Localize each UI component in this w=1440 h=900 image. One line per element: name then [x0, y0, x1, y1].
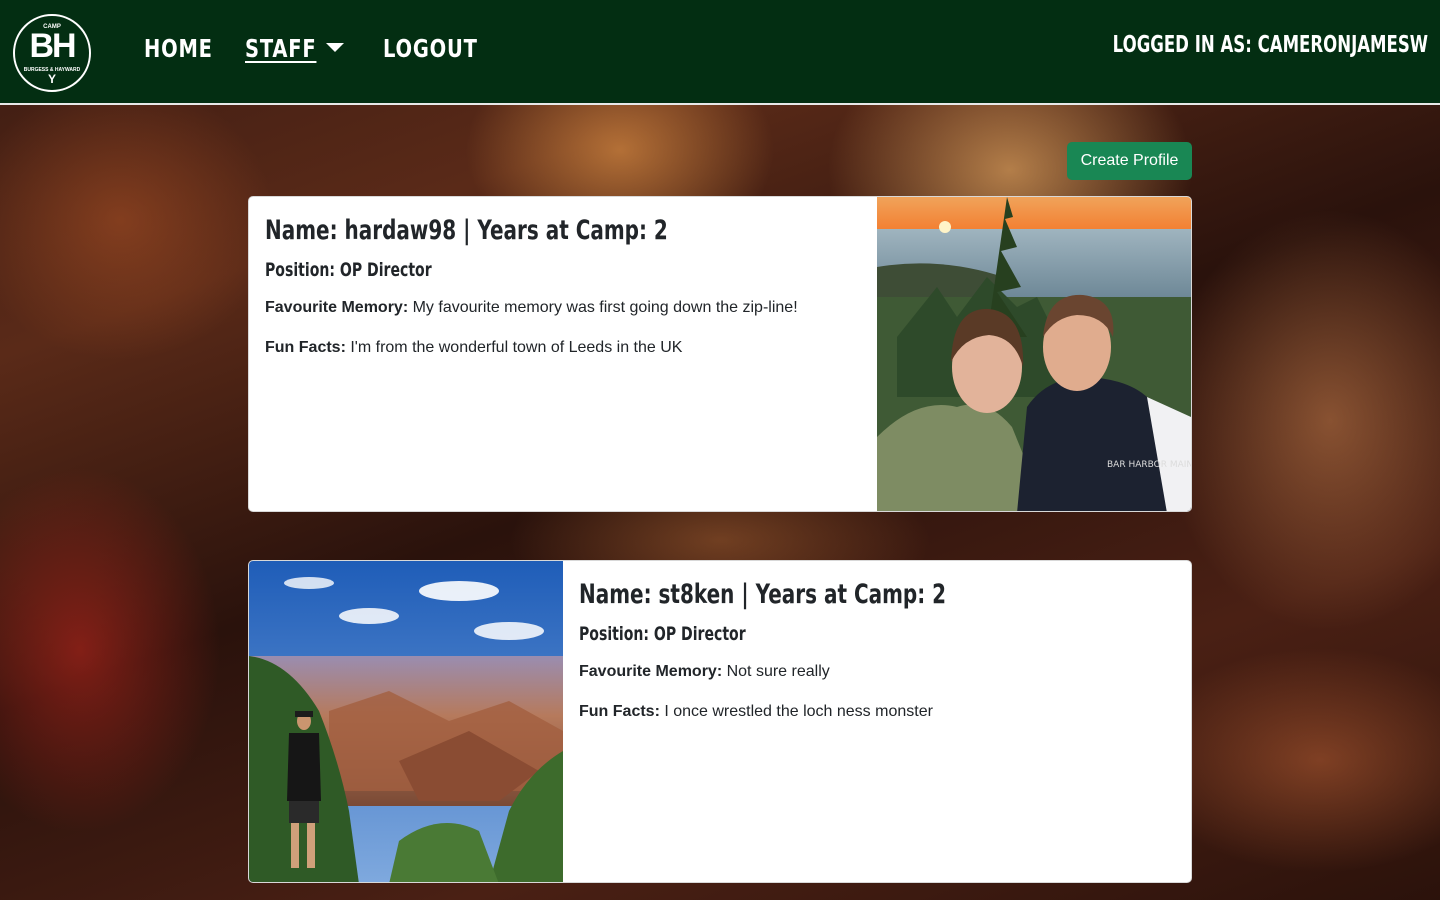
fun-facts-value: I'm from the wonderful town of Leeds in …	[350, 339, 683, 356]
profile-card: Name: hardaw98 | Years at Camp: 2 Positi…	[248, 196, 1192, 512]
nav-home-link[interactable]: HOME	[144, 34, 213, 63]
nav-staff-dropdown[interactable]: STAFF	[245, 34, 316, 63]
profile-card-body: Name: hardaw98 | Years at Camp: 2 Positi…	[249, 197, 877, 375]
nav-logout-link[interactable]: LOGOUT	[383, 34, 478, 63]
fun-facts-label: Fun Facts:	[579, 703, 660, 720]
profile-position: Position: OP Director	[579, 623, 746, 645]
profile-favourite-memory: Favourite Memory: My favourite memory wa…	[265, 297, 861, 319]
profile-position: Position: OP Director	[265, 259, 432, 281]
profile-favourite-memory: Favourite Memory: Not sure really	[579, 661, 1175, 683]
profile-photo	[249, 561, 563, 882]
fun-facts-value: I once wrestled the loch ness monster	[664, 703, 933, 720]
profile-title: Name: hardaw98 | Years at Camp: 2	[265, 215, 668, 246]
hoodie-print: BAR HARBOR MAINE	[1107, 460, 1191, 470]
camp-logo[interactable]: CAMP BH BURGESS & HAYWARD Y	[13, 14, 91, 92]
favourite-memory-value: Not sure really	[726, 663, 830, 680]
fun-facts-label: Fun Facts:	[265, 339, 346, 356]
favourite-memory-label: Favourite Memory:	[265, 299, 409, 316]
logged-in-user: LOGGED IN AS: CAMERONJAMESW	[1112, 32, 1428, 58]
profile-fun-facts: Fun Facts: I once wrestled the loch ness…	[579, 701, 1175, 723]
logo-ymca-mark: Y	[47, 72, 56, 86]
profile-fun-facts: Fun Facts: I'm from the wonderful town o…	[265, 337, 861, 359]
profile-photo: BAR HARBOR MAINE	[877, 197, 1191, 511]
create-profile-button[interactable]: Create Profile	[1067, 142, 1192, 180]
chevron-down-icon[interactable]	[326, 43, 344, 52]
profile-card: Name: st8ken | Years at Camp: 2 Position…	[248, 560, 1192, 883]
favourite-memory-value: My favourite memory was first going down…	[412, 299, 798, 316]
favourite-memory-label: Favourite Memory:	[579, 663, 723, 680]
canyon-photo	[249, 561, 563, 882]
sunset-selfie-photo: BAR HARBOR MAINE	[877, 197, 1191, 511]
profile-card-body: Name: st8ken | Years at Camp: 2 Position…	[563, 561, 1191, 739]
profile-title: Name: st8ken | Years at Camp: 2	[579, 579, 947, 610]
navbar: CAMP BH BURGESS & HAYWARD Y HOME STAFF L…	[0, 0, 1440, 105]
logo-bh-text: BH	[29, 27, 76, 65]
